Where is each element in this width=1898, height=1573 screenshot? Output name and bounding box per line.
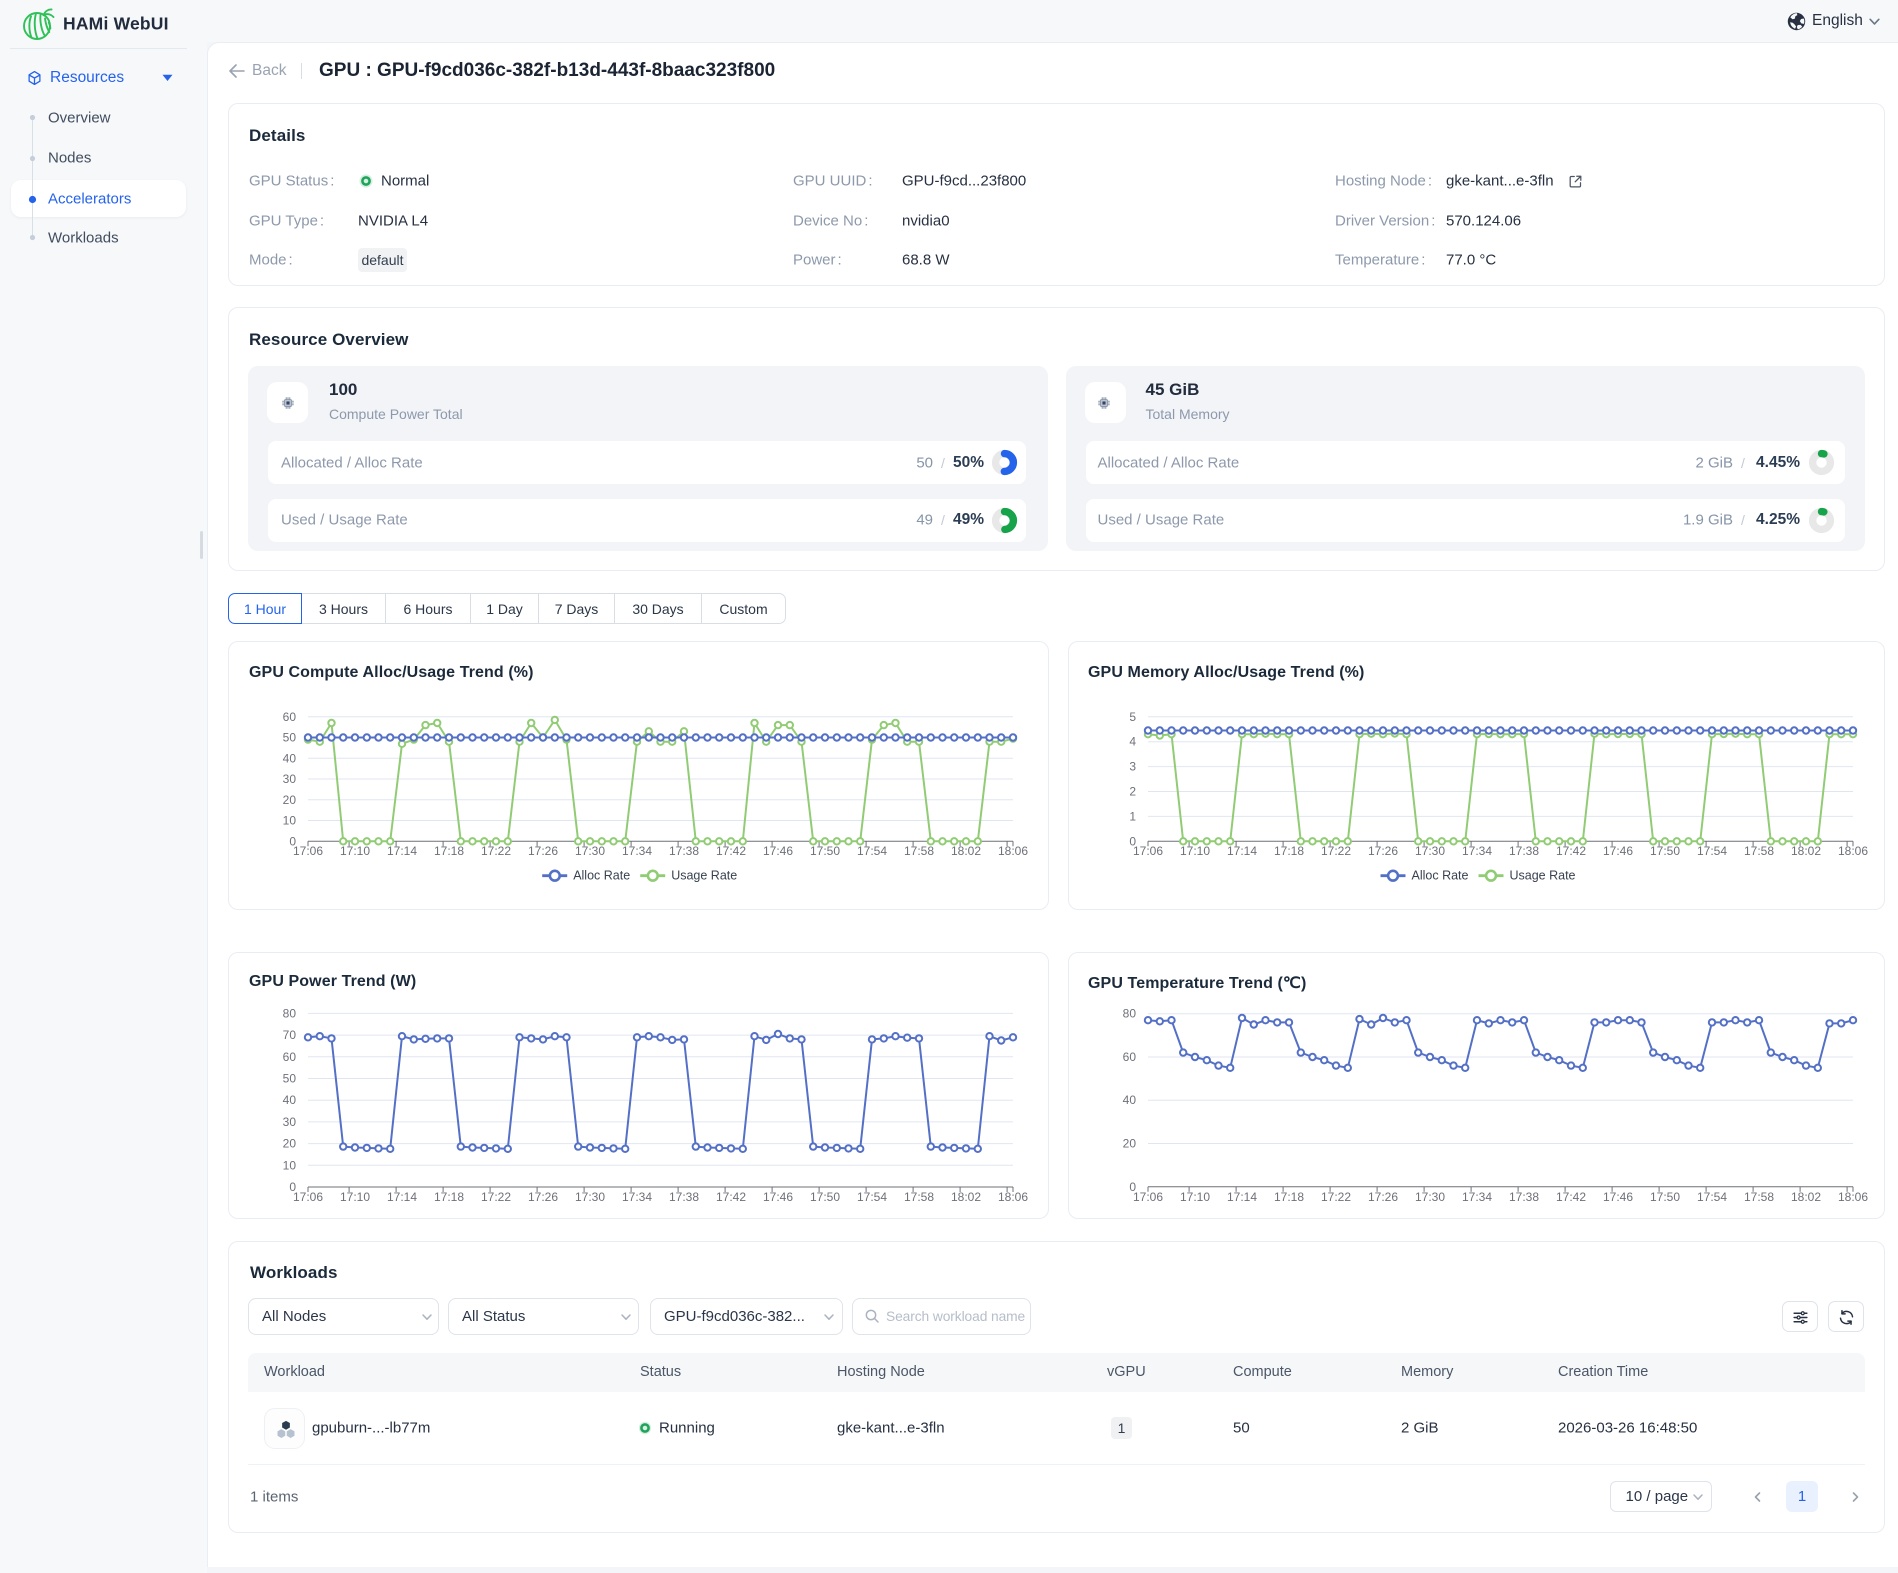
svg-text:17:58: 17:58 — [904, 844, 934, 858]
svg-text:17:10: 17:10 — [1179, 1190, 1209, 1204]
svg-text:17:10: 17:10 — [1179, 844, 1209, 858]
svg-text:17:38: 17:38 — [669, 1190, 699, 1204]
svg-text:17:42: 17:42 — [1555, 844, 1585, 858]
svg-text:18:02: 18:02 — [951, 844, 981, 858]
svg-text:50: 50 — [283, 1071, 297, 1085]
svg-text:17:46: 17:46 — [763, 844, 793, 858]
svg-text:17:38: 17:38 — [1508, 844, 1538, 858]
svg-text:17:50: 17:50 — [810, 844, 840, 858]
svg-text:17:30: 17:30 — [575, 1190, 605, 1204]
svg-text:17:42: 17:42 — [1555, 1190, 1585, 1204]
svg-text:17:22: 17:22 — [481, 844, 511, 858]
svg-text:17:34: 17:34 — [1461, 844, 1491, 858]
svg-text:30: 30 — [283, 1114, 297, 1128]
svg-text:40: 40 — [283, 1093, 297, 1107]
svg-text:17:14: 17:14 — [1226, 844, 1256, 858]
svg-text:17:06: 17:06 — [293, 844, 323, 858]
svg-text:17:34: 17:34 — [1461, 1190, 1491, 1204]
svg-text:17:54: 17:54 — [1696, 844, 1726, 858]
svg-text:17:26: 17:26 — [1367, 1190, 1397, 1204]
svg-text:17:18: 17:18 — [434, 1190, 464, 1204]
svg-text:5: 5 — [1129, 710, 1136, 724]
svg-text:60: 60 — [1122, 1050, 1136, 1064]
svg-text:Alloc Rate: Alloc Rate — [1411, 869, 1468, 883]
svg-text:17:42: 17:42 — [716, 1190, 746, 1204]
svg-text:17:38: 17:38 — [669, 844, 699, 858]
svg-text:17:22: 17:22 — [1320, 1190, 1350, 1204]
svg-text:17:14: 17:14 — [387, 844, 417, 858]
svg-text:10: 10 — [283, 1158, 297, 1172]
svg-text:20: 20 — [283, 1136, 297, 1150]
svg-text:18:06: 18:06 — [1837, 844, 1867, 858]
svg-text:10: 10 — [283, 814, 297, 828]
svg-text:17:54: 17:54 — [857, 844, 887, 858]
svg-text:17:18: 17:18 — [434, 844, 464, 858]
svg-text:17:58: 17:58 — [904, 1190, 934, 1204]
svg-text:17:38: 17:38 — [1508, 1190, 1538, 1204]
svg-text:17:22: 17:22 — [1320, 844, 1350, 858]
svg-text:1: 1 — [1129, 809, 1136, 823]
svg-text:3: 3 — [1129, 760, 1136, 774]
svg-text:17:54: 17:54 — [1696, 1190, 1726, 1204]
svg-text:4: 4 — [1129, 735, 1136, 749]
svg-text:17:50: 17:50 — [1649, 844, 1679, 858]
svg-text:17:14: 17:14 — [387, 1190, 417, 1204]
svg-text:17:58: 17:58 — [1743, 1190, 1773, 1204]
svg-text:17:50: 17:50 — [1649, 1190, 1679, 1204]
svg-text:17:54: 17:54 — [857, 1190, 887, 1204]
svg-text:60: 60 — [283, 710, 297, 724]
svg-text:17:34: 17:34 — [622, 1190, 652, 1204]
svg-text:20: 20 — [283, 793, 297, 807]
svg-text:17:30: 17:30 — [1414, 1190, 1444, 1204]
svg-text:80: 80 — [1122, 1006, 1136, 1020]
svg-text:17:06: 17:06 — [1132, 844, 1162, 858]
svg-text:Alloc Rate: Alloc Rate — [573, 869, 630, 883]
svg-text:80: 80 — [283, 1006, 297, 1020]
svg-text:17:46: 17:46 — [1602, 844, 1632, 858]
svg-text:Usage Rate: Usage Rate — [1509, 869, 1575, 883]
svg-text:17:34: 17:34 — [622, 844, 652, 858]
svg-text:40: 40 — [283, 751, 297, 765]
svg-text:17:18: 17:18 — [1273, 844, 1303, 858]
svg-text:18:02: 18:02 — [1790, 1190, 1820, 1204]
svg-text:17:30: 17:30 — [575, 844, 605, 858]
svg-text:17:50: 17:50 — [810, 1190, 840, 1204]
svg-text:17:06: 17:06 — [1132, 1190, 1162, 1204]
svg-text:17:42: 17:42 — [716, 844, 746, 858]
svg-text:Usage Rate: Usage Rate — [671, 869, 737, 883]
svg-text:17:10: 17:10 — [340, 1190, 370, 1204]
svg-text:20: 20 — [1122, 1136, 1136, 1150]
svg-text:17:26: 17:26 — [1367, 844, 1397, 858]
svg-text:70: 70 — [283, 1028, 297, 1042]
svg-text:18:02: 18:02 — [1790, 844, 1820, 858]
svg-text:40: 40 — [1122, 1093, 1136, 1107]
svg-text:18:06: 18:06 — [998, 844, 1028, 858]
svg-text:17:18: 17:18 — [1273, 1190, 1303, 1204]
svg-text:2: 2 — [1129, 785, 1136, 799]
svg-text:30: 30 — [283, 772, 297, 786]
svg-text:17:46: 17:46 — [763, 1190, 793, 1204]
svg-text:18:02: 18:02 — [951, 1190, 981, 1204]
svg-text:50: 50 — [283, 731, 297, 745]
svg-text:17:06: 17:06 — [293, 1190, 323, 1204]
svg-text:17:26: 17:26 — [528, 1190, 558, 1204]
svg-text:17:10: 17:10 — [340, 844, 370, 858]
svg-text:17:22: 17:22 — [481, 1190, 511, 1204]
svg-text:17:58: 17:58 — [1743, 844, 1773, 858]
svg-text:17:26: 17:26 — [528, 844, 558, 858]
svg-text:18:06: 18:06 — [998, 1190, 1028, 1204]
svg-text:17:14: 17:14 — [1226, 1190, 1256, 1204]
svg-text:17:30: 17:30 — [1414, 844, 1444, 858]
svg-text:17:46: 17:46 — [1602, 1190, 1632, 1204]
svg-text:60: 60 — [283, 1049, 297, 1063]
svg-text:18:06: 18:06 — [1837, 1190, 1867, 1204]
